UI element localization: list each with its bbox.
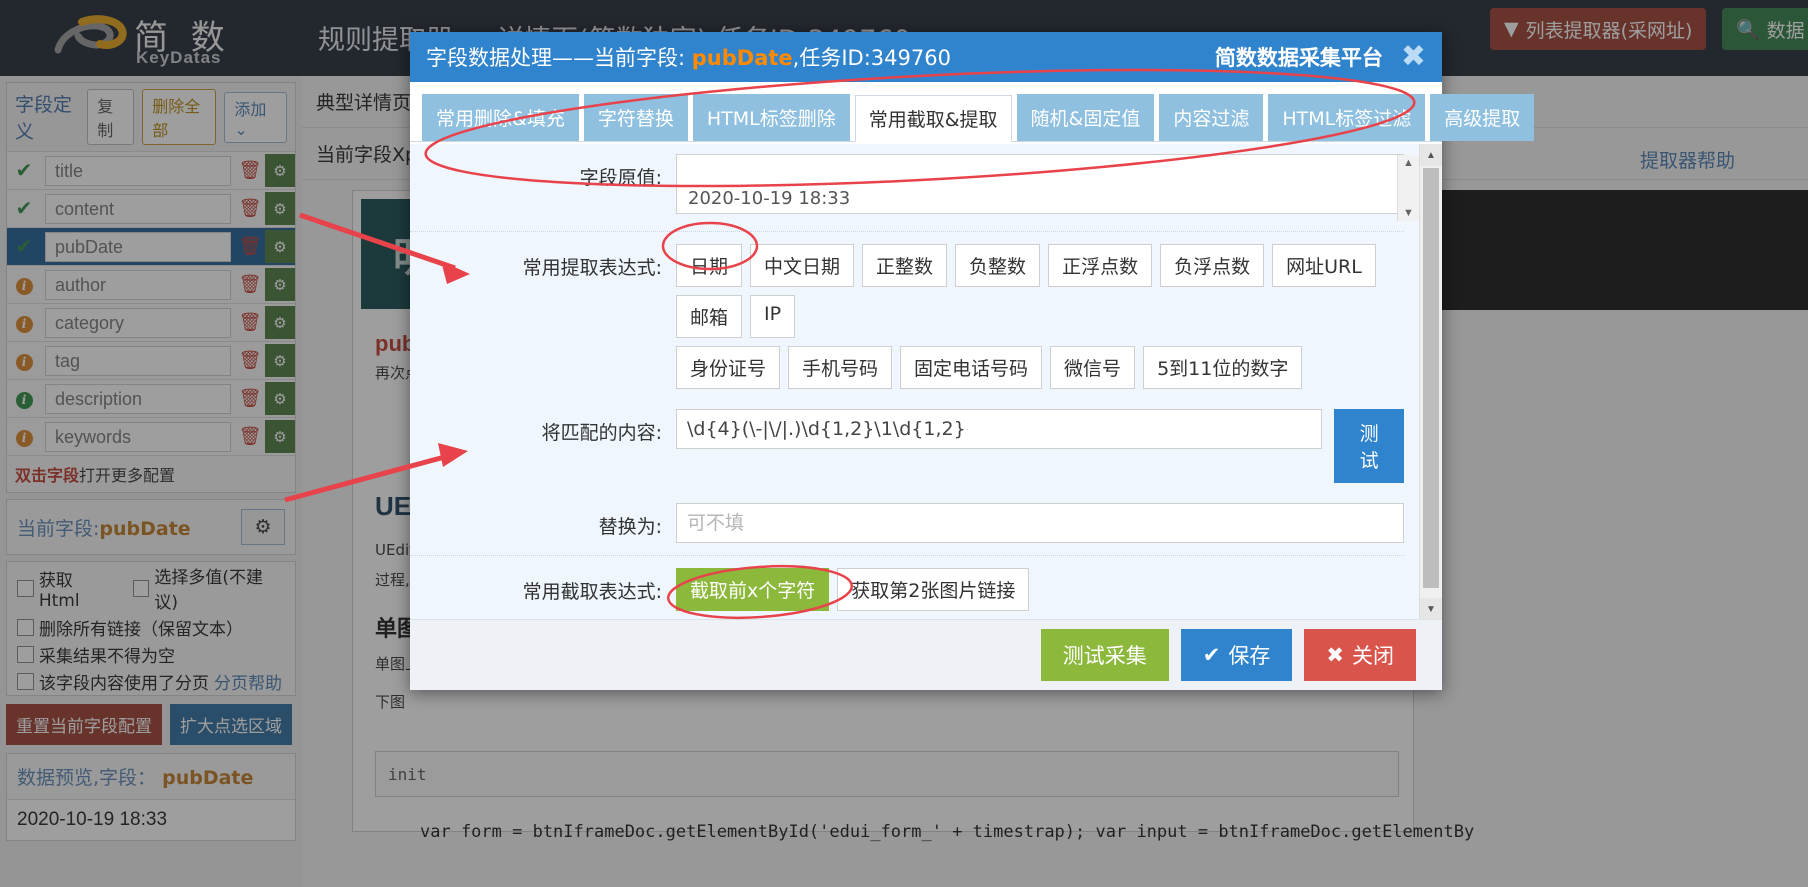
replace-with-input[interactable] <box>676 503 1404 543</box>
modal-brand: 简数数据采集平台 <box>1214 46 1383 70</box>
match-content-control: 测试 <box>676 409 1420 483</box>
cut-pill-获取第2张图片链接[interactable]: 获取第2张图片链接 <box>837 568 1030 611</box>
tab-7[interactable]: 高级提取 <box>1430 94 1535 141</box>
extract-pill-邮箱[interactable]: 邮箱 <box>676 295 743 338</box>
cut-pill-截取前x个字符[interactable]: 截取前x个字符 <box>676 568 830 611</box>
modal-form: 字段原值: 2020-10-19 18:33 ▲ ▼ 常用提取表达式: 日期 中文… <box>410 144 1420 620</box>
extract-pill-负整数[interactable]: 负整数 <box>955 244 1041 287</box>
tab-4[interactable]: 随机&固定值 <box>1016 94 1155 141</box>
extract-pill-正整数[interactable]: 正整数 <box>862 244 948 287</box>
modal-title-field: pubDate <box>691 46 793 70</box>
cut-expressions-row: 常用截取表达式: 截取前x个字符 获取第2张图片链接 <box>410 558 1420 620</box>
save-button[interactable]: ✔ 保存 <box>1180 629 1293 681</box>
check-icon: ✔ <box>1202 643 1221 667</box>
field-processing-modal: 字段数据处理——当前字段: pubDate,任务ID:349760 简数数据采集… <box>410 32 1535 690</box>
extract-pill-身份证号[interactable]: 身份证号 <box>676 346 781 389</box>
original-value-spinner[interactable]: ▲ ▼ <box>1397 155 1419 221</box>
match-content-label: 将匹配的内容: <box>541 422 662 444</box>
extract-pill-正浮点数[interactable]: 正浮点数 <box>1048 244 1153 287</box>
caret-up-icon[interactable]: ▲ <box>1403 157 1414 169</box>
tab-2[interactable]: HTML标签删除 <box>692 94 850 141</box>
extract-pill-IP[interactable]: IP <box>750 295 796 338</box>
cut-expressions-list: 截取前x个字符 获取第2张图片链接 <box>676 568 1404 611</box>
test-collect-button-label: 测试采集 <box>1062 644 1147 668</box>
replace-with-row: 替换为: <box>410 493 1420 553</box>
modal-scrollbar[interactable]: ▲ ▼ <box>1419 144 1442 620</box>
match-content-test-button[interactable]: 测试 <box>1334 409 1404 483</box>
modal-title-prefix: 字段数据处理——当前字段: <box>426 46 692 70</box>
extract-pill-手机号码[interactable]: 手机号码 <box>788 346 893 389</box>
extract-pill-日期[interactable]: 日期 <box>676 244 743 287</box>
scrollbar-up-icon[interactable]: ▲ <box>1420 144 1442 166</box>
replace-with-label: 替换为: <box>598 516 662 538</box>
modal-title: 字段数据处理——当前字段: pubDate,任务ID:349760 <box>426 42 951 72</box>
divider-1 <box>410 231 1404 232</box>
divider-2 <box>410 555 1404 556</box>
close-icon[interactable]: ✖ <box>1401 42 1426 72</box>
close-button[interactable]: ✖ 关闭 <box>1304 629 1416 681</box>
cut-expressions-control: 截取前x个字符 获取第2张图片链接 <box>676 568 1420 611</box>
tab-1[interactable]: 字符替换 <box>583 94 688 141</box>
replace-with-control <box>676 503 1420 543</box>
match-content-input[interactable] <box>676 409 1323 449</box>
scrollbar-thumb[interactable] <box>1423 168 1439 588</box>
close-button-label: 关闭 <box>1352 644 1394 668</box>
modal-tab-strip: 常用删除&填充 字符替换 HTML标签删除 常用截取&提取 随机&固定值 内容过滤 HTML… <box>410 82 1535 142</box>
caret-down-icon[interactable]: ▼ <box>1403 207 1414 219</box>
tab-5[interactable]: 内容过滤 <box>1159 94 1264 141</box>
extract-pill-5到11位的数字[interactable]: 5到11位的数字 <box>1143 346 1303 389</box>
extract-expressions-control: 日期 中文日期 正整数 负整数 正浮点数 负浮点数 网址URL 邮箱 IP 身份证号 手机号码 固定… <box>676 244 1420 389</box>
extract-expressions-row: 常用提取表达式: 日期 中文日期 正整数 负整数 正浮点数 负浮点数 网址URL 邮箱 IP 身… <box>410 234 1420 399</box>
extract-pill-微信号[interactable]: 微信号 <box>1050 346 1136 389</box>
extract-expressions-row-1: 日期 中文日期 正整数 负整数 正浮点数 负浮点数 网址URL 邮箱 IP <box>676 244 1404 338</box>
tab-6[interactable]: HTML标签过滤 <box>1268 94 1426 141</box>
extract-expressions-row-2: 身份证号 手机号码 固定电话号码 微信号 5到11位的数字 <box>676 346 1404 389</box>
original-value-row: 字段原值: 2020-10-19 18:33 ▲ ▼ <box>410 144 1420 229</box>
extract-expressions-label: 常用提取表达式: <box>522 257 662 279</box>
modal-footer: 测试采集 ✔ 保存 ✖ 关闭 <box>410 619 1442 690</box>
extract-pill-负浮点数[interactable]: 负浮点数 <box>1160 244 1265 287</box>
original-value-label: 字段原值: <box>579 167 662 189</box>
modal-header: 字段数据处理——当前字段: pubDate,任务ID:349760 简数数据采集… <box>410 32 1442 82</box>
cut-expressions-label: 常用截取表达式: <box>522 581 662 603</box>
extract-pill-固定电话号码[interactable]: 固定电话号码 <box>900 346 1043 389</box>
match-content-row: 将匹配的内容: 测试 <box>410 399 1420 493</box>
original-value-text: 2020-10-19 18:33 <box>688 188 851 209</box>
save-button-label: 保存 <box>1228 644 1271 668</box>
modal-title-suffix: ,任务ID:349760 <box>792 46 951 70</box>
scrollbar-down-icon[interactable]: ▼ <box>1420 598 1442 620</box>
modal-body: 常用删除&填充 字符替换 HTML标签删除 常用截取&提取 随机&固定值 内容过滤 HTML… <box>410 82 1535 690</box>
extract-pill-中文日期[interactable]: 中文日期 <box>750 244 855 287</box>
original-value-control: 2020-10-19 18:33 ▲ ▼ <box>676 154 1420 221</box>
tab-3[interactable]: 常用截取&提取 <box>854 95 1012 142</box>
tab-0[interactable]: 常用删除&填充 <box>422 94 579 141</box>
test-collect-button[interactable]: 测试采集 <box>1040 629 1169 681</box>
x-icon: ✖ <box>1326 643 1344 667</box>
extract-pill-网址URL[interactable]: 网址URL <box>1272 244 1376 287</box>
